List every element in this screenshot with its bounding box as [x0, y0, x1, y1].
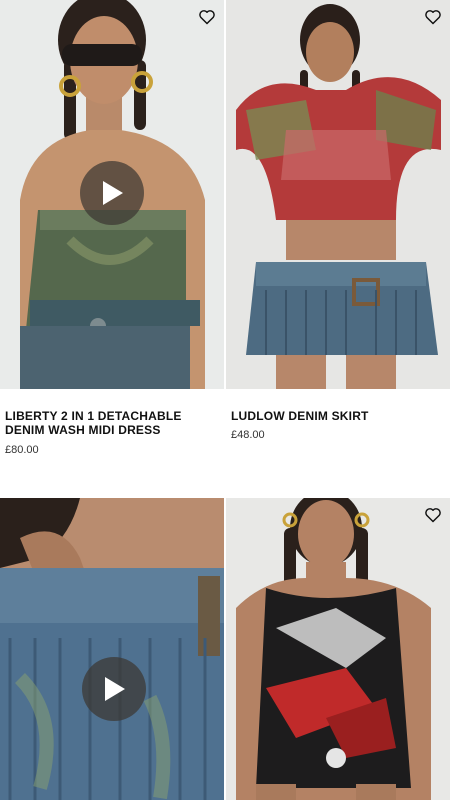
product-card[interactable]: LUDLOW DENIM SKIRT £48.00	[226, 0, 450, 441]
product-info: LUDLOW DENIM SKIRT £48.00	[226, 389, 450, 441]
play-button[interactable]	[80, 161, 144, 225]
product-video[interactable]	[0, 498, 224, 800]
product-price: £48.00	[231, 429, 265, 441]
product-photo[interactable]	[226, 498, 450, 800]
product-photo[interactable]	[226, 0, 450, 389]
wishlist-heart-icon[interactable]	[422, 6, 444, 28]
product-title[interactable]: LIBERTY 2 IN 1 DETACHABLE DENIM WASH MID…	[5, 409, 218, 437]
wishlist-heart-icon[interactable]	[422, 504, 444, 526]
wishlist-heart-icon[interactable]	[196, 6, 218, 28]
product-image	[226, 0, 450, 389]
product-grid: LIBERTY 2 IN 1 DETACHABLE DENIM WASH MID…	[0, 0, 450, 800]
product-info: LIBERTY 2 IN 1 DETACHABLE DENIM WASH MID…	[0, 389, 224, 456]
product-title[interactable]: LUDLOW DENIM SKIRT	[231, 409, 444, 423]
play-button[interactable]	[82, 657, 146, 721]
product-card[interactable]	[226, 498, 450, 800]
product-video[interactable]	[0, 0, 224, 389]
product-card[interactable]	[0, 498, 224, 800]
product-image	[0, 498, 224, 800]
product-price: £80.00	[5, 444, 39, 456]
product-image	[226, 498, 450, 800]
play-icon	[105, 677, 125, 701]
product-card[interactable]: LIBERTY 2 IN 1 DETACHABLE DENIM WASH MID…	[0, 0, 224, 456]
play-icon	[103, 181, 123, 205]
